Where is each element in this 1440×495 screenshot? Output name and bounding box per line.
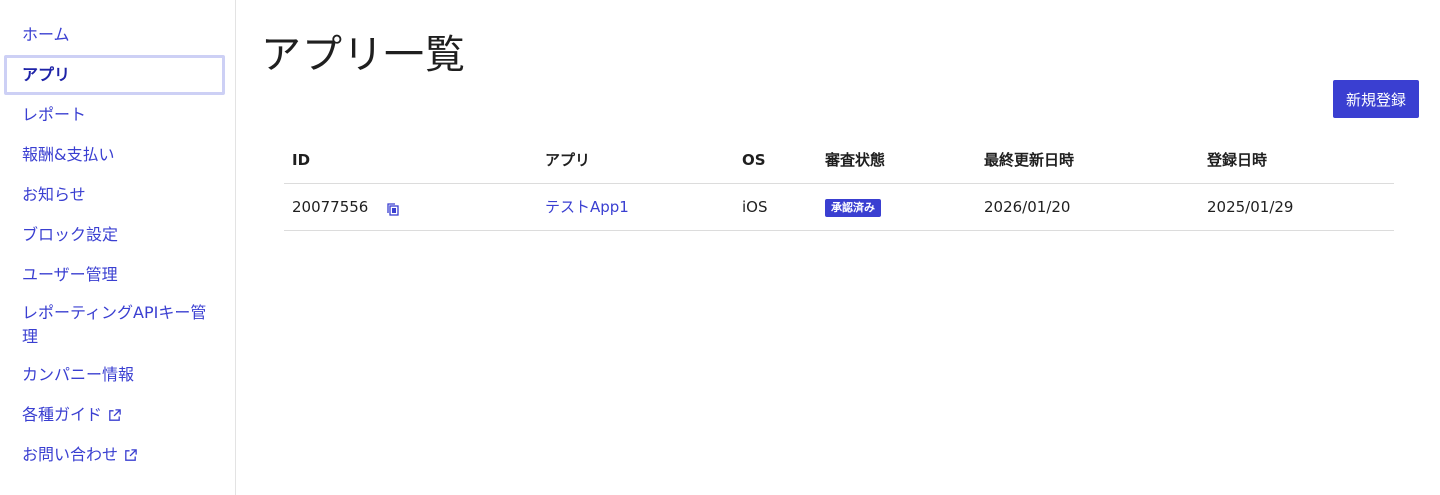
table-row: 20077556 テストApp1 iOS 承認済み 2026/01/20 202… <box>284 183 1394 231</box>
sidebar-item-label: お問い合わせ <box>22 445 119 464</box>
sidebar-item-reports[interactable]: レポート <box>4 95 225 135</box>
sidebar-item-label: カンパニー情報 <box>22 365 135 384</box>
sidebar-item-label: お知らせ <box>22 185 86 204</box>
sidebar-item-api-keys[interactable]: レポーティングAPIキー管理 <box>4 295 225 355</box>
sidebar-item-label: 報酬&支払い <box>22 145 115 164</box>
cell-registered: 2025/01/29 <box>1199 183 1394 231</box>
cell-os: iOS <box>734 183 817 231</box>
main-content: アプリ一覧 新規登録 ID アプリ OS 審査状態 最終更新日時 登録日時 20… <box>236 0 1440 495</box>
sidebar-item-payments[interactable]: 報酬&支払い <box>4 135 225 175</box>
cell-id: 20077556 <box>284 183 537 231</box>
sidebar-item-label: ユーザー管理 <box>22 265 118 284</box>
app-id: 20077556 <box>292 197 369 216</box>
sidebar-item-label: アプリ <box>22 65 71 84</box>
column-header-status: 審査状態 <box>817 137 976 184</box>
sidebar-item-guides[interactable]: 各種ガイド <box>4 395 225 435</box>
cell-updated: 2026/01/20 <box>976 183 1199 231</box>
sidebar-item-label: 各種ガイド <box>22 405 103 424</box>
column-header-updated: 最終更新日時 <box>976 137 1199 184</box>
column-header-id: ID <box>284 137 537 184</box>
external-link-icon <box>125 448 137 461</box>
page-title: アプリ一覧 <box>261 32 466 78</box>
column-header-os: OS <box>734 137 817 184</box>
cell-app: テストApp1 <box>537 183 734 231</box>
app-layout: ホーム アプリ レポート 報酬&支払い お知らせ ブロック設定 ユーザー管理 レ… <box>0 0 1440 495</box>
status-badge: 承認済み <box>825 198 881 217</box>
sidebar-item-company-info[interactable]: カンパニー情報 <box>4 355 225 395</box>
sidebar-item-label: ホーム <box>22 25 70 44</box>
sidebar-item-home[interactable]: ホーム <box>4 15 225 55</box>
table-header-row: ID アプリ OS 審査状態 最終更新日時 登録日時 <box>284 137 1394 184</box>
app-name-link[interactable]: テストApp1 <box>545 198 629 216</box>
external-link-icon <box>109 408 121 421</box>
sidebar-item-contact[interactable]: お問い合わせ <box>4 435 225 475</box>
cell-status: 承認済み <box>817 183 976 231</box>
sidebar-item-label: レポーティングAPIキー管理 <box>22 303 207 346</box>
apps-table: ID アプリ OS 審査状態 最終更新日時 登録日時 20077556 テストA… <box>284 137 1394 231</box>
sidebar-item-label: レポート <box>22 105 87 124</box>
column-header-app: アプリ <box>537 137 734 184</box>
sidebar-item-apps[interactable]: アプリ <box>4 55 225 95</box>
column-header-registered: 登録日時 <box>1199 137 1394 184</box>
sidebar-item-user-management[interactable]: ユーザー管理 <box>4 255 225 295</box>
sidebar-item-label: ブロック設定 <box>22 225 119 244</box>
copy-icon[interactable] <box>387 202 399 216</box>
new-app-button[interactable]: 新規登録 <box>1332 80 1419 118</box>
sidebar: ホーム アプリ レポート 報酬&支払い お知らせ ブロック設定 ユーザー管理 レ… <box>0 0 236 495</box>
sidebar-item-block-settings[interactable]: ブロック設定 <box>4 215 225 255</box>
sidebar-item-notices[interactable]: お知らせ <box>4 175 225 215</box>
